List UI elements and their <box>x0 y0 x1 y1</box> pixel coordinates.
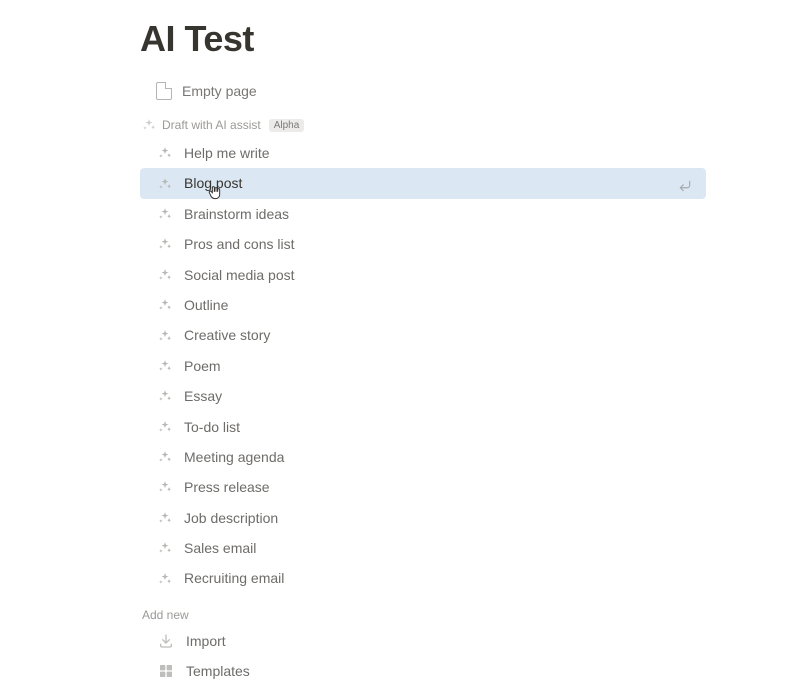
templates-icon <box>158 663 174 679</box>
ai-menu-item[interactable]: Press release <box>140 472 706 502</box>
ai-menu-item-label: Essay <box>184 385 698 407</box>
ai-menu-item-label: Pros and cons list <box>184 233 698 255</box>
ai-menu-item[interactable]: Sales email <box>140 533 706 563</box>
ai-menu-item-label: Poem <box>184 355 698 377</box>
addnew-menu-item[interactable]: Import <box>140 626 706 656</box>
ai-menu-item[interactable]: Help me write <box>140 138 706 168</box>
sparkle-icon <box>158 177 172 191</box>
empty-page-option[interactable]: Empty page <box>154 78 800 104</box>
sparkle-icon <box>158 298 172 312</box>
ai-menu-item-label: Meeting agenda <box>184 446 698 468</box>
ai-menu-item[interactable]: Recruiting email <box>140 563 706 593</box>
ai-menu-item[interactable]: Job description <box>140 503 706 533</box>
ai-menu-item[interactable]: Creative story <box>140 320 706 350</box>
sparkle-icon <box>158 420 172 434</box>
ai-menu-item-label: Help me write <box>184 142 698 164</box>
addnew-menu-item-label: Templates <box>186 660 698 682</box>
addnew-menu: Import Templates <box>140 626 706 687</box>
sparkle-icon <box>158 268 172 282</box>
ai-menu-item[interactable]: To-do list <box>140 412 706 442</box>
bottom-fade <box>0 600 800 610</box>
addnew-menu-item[interactable]: Templates <box>140 656 706 686</box>
page-title[interactable]: AI Test <box>140 18 800 60</box>
ai-menu-item-label: Brainstorm ideas <box>184 203 698 225</box>
ai-menu-item[interactable]: Social media post <box>140 260 706 290</box>
empty-page-label: Empty page <box>182 83 257 99</box>
sparkle-icon <box>158 480 172 494</box>
ai-menu-item-label: To-do list <box>184 416 698 438</box>
sparkle-icon <box>158 237 172 251</box>
ai-menu-item[interactable]: Brainstorm ideas <box>140 199 706 229</box>
page-icon <box>156 82 172 100</box>
ai-section-header-label: Draft with AI assist <box>162 118 261 132</box>
ai-menu-item-label: Press release <box>184 476 698 498</box>
ai-menu-item-label: Recruiting email <box>184 567 698 589</box>
sparkle-icon <box>158 541 172 555</box>
sparkle-icon <box>158 359 172 373</box>
enter-icon <box>678 177 692 191</box>
sparkle-icon <box>158 389 172 403</box>
ai-menu-item[interactable]: Poem <box>140 351 706 381</box>
ai-menu-item-label: Outline <box>184 294 698 316</box>
ai-menu-item[interactable]: Essay <box>140 381 706 411</box>
sparkle-icon <box>158 207 172 221</box>
ai-menu: Help me write Blog post Brainstorm ideas Pr… <box>140 138 706 594</box>
sparkle-icon <box>158 511 172 525</box>
ai-menu-item-label: Blog post <box>184 172 666 194</box>
import-icon <box>158 633 174 649</box>
addnew-menu-item-label: Import <box>186 630 698 652</box>
ai-menu-item[interactable]: Outline <box>140 290 706 320</box>
ai-menu-item-label: Job description <box>184 507 698 529</box>
ai-section-header: Draft with AI assist Alpha <box>142 118 800 132</box>
sparkle-icon <box>158 329 172 343</box>
sparkle-icon <box>158 450 172 464</box>
ai-menu-item-label: Social media post <box>184 264 698 286</box>
page-content: AI Test Empty page Draft with AI assist … <box>0 0 800 687</box>
ai-menu-item-label: Sales email <box>184 537 698 559</box>
ai-menu-item[interactable]: Meeting agenda <box>140 442 706 472</box>
ai-menu-item-label: Creative story <box>184 324 698 346</box>
sparkle-icon <box>158 146 172 160</box>
ai-menu-item[interactable]: Pros and cons list <box>140 229 706 259</box>
sparkle-icon <box>158 572 172 586</box>
alpha-badge: Alpha <box>269 119 305 132</box>
sparkle-icon <box>142 118 156 132</box>
ai-menu-item[interactable]: Blog post <box>140 168 706 198</box>
